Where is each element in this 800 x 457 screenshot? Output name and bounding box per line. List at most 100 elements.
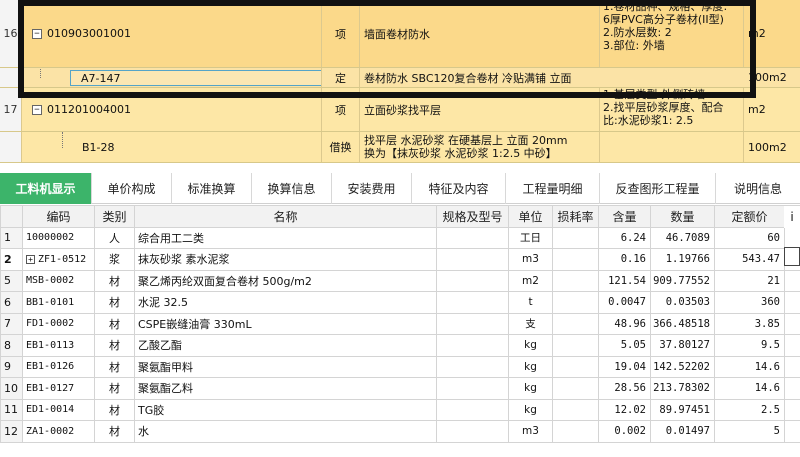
material-code-cell[interactable]: EB1-0126: [22, 355, 95, 378]
category-cell[interactable]: 浆: [94, 248, 135, 271]
material-code-cell[interactable]: EB1-0113: [22, 334, 95, 357]
tab-labor-material[interactable]: 工料机显示: [0, 173, 92, 204]
quantity-cell[interactable]: 37.80127: [650, 334, 715, 357]
unit-cell[interactable]: m3: [508, 248, 553, 271]
quota-code-input[interactable]: A7-147 ···: [70, 70, 321, 86]
spec-cell[interactable]: [436, 291, 509, 314]
header-quota-price[interactable]: 定额价: [714, 205, 785, 228]
category-cell[interactable]: 材: [94, 355, 135, 378]
spec-cell[interactable]: [436, 377, 509, 400]
material-name-cell[interactable]: 聚氨酯甲料: [134, 355, 437, 378]
item-name[interactable]: 立面砂浆找平层: [360, 88, 600, 131]
table-row[interactable]: 9 EB1-0126 材 聚氨酯甲料 kg 19.04 142.52202 14.6: [0, 355, 800, 378]
tab-unit-price[interactable]: 单价构成: [92, 173, 172, 204]
content-cell[interactable]: 28.56: [598, 377, 651, 400]
material-code-cell[interactable]: ZA1-0002: [22, 420, 95, 443]
quota-code-cell[interactable]: A7-147 ···: [22, 68, 322, 87]
header-loss-rate[interactable]: 损耗率: [552, 205, 599, 228]
tab-standard-conversion[interactable]: 标准换算: [172, 173, 252, 204]
category-cell[interactable]: 材: [94, 334, 135, 357]
loss-rate-cell[interactable]: [552, 377, 599, 400]
tab-description[interactable]: 说明信息: [716, 173, 800, 204]
quantity-cell[interactable]: 1.19766: [650, 248, 715, 271]
unit-cell[interactable]: 支: [508, 312, 553, 335]
loss-rate-cell[interactable]: [552, 312, 599, 335]
spec-cell[interactable]: [436, 420, 509, 443]
content-cell[interactable]: 12.02: [598, 398, 651, 421]
table-row[interactable]: 10 EB1-0127 材 聚氨酯乙料 kg 28.56 213.78302 14.6: [0, 377, 800, 400]
unit-cell[interactable]: t: [508, 291, 553, 314]
spec-cell[interactable]: [436, 398, 509, 421]
header-category[interactable]: 类别: [94, 205, 135, 228]
item-features[interactable]: 1.基层类型:外侧砖墙 2.找平层砂浆厚度、配合 比:水泥砂浆1: 2.5: [600, 88, 744, 131]
unit-cell[interactable]: kg: [508, 398, 553, 421]
category-cell[interactable]: 材: [94, 312, 135, 335]
tab-reverse-lookup[interactable]: 反查图形工程量: [600, 173, 716, 204]
quota-price-cell[interactable]: 60: [714, 226, 785, 249]
item-code[interactable]: − 011201004001: [22, 88, 322, 131]
quota-price-cell[interactable]: 9.5: [714, 334, 785, 357]
content-cell[interactable]: 121.54: [598, 269, 651, 292]
material-code-cell[interactable]: 10000002: [22, 226, 95, 249]
quantity-cell[interactable]: 0.01497: [650, 420, 715, 443]
unit-cell[interactable]: kg: [508, 334, 553, 357]
spec-cell[interactable]: [436, 312, 509, 335]
quota-price-cell[interactable]: 21: [714, 269, 785, 292]
quota-price-cell[interactable]: 14.6: [714, 355, 785, 378]
tab-quantity-detail[interactable]: 工程量明细: [506, 173, 600, 204]
spec-cell[interactable]: [436, 226, 509, 249]
quota-price-cell[interactable]: 543.47: [714, 248, 785, 271]
quantity-cell[interactable]: 46.7089: [650, 226, 715, 249]
category-cell[interactable]: 材: [94, 377, 135, 400]
loss-rate-cell[interactable]: [552, 334, 599, 357]
material-name-cell[interactable]: TG胶: [134, 398, 437, 421]
unit-cell[interactable]: kg: [508, 377, 553, 400]
content-cell[interactable]: 0.16: [598, 248, 651, 271]
content-cell[interactable]: 0.002: [598, 420, 651, 443]
unit-cell[interactable]: m3: [508, 420, 553, 443]
material-name-cell[interactable]: 聚乙烯丙纶双面复合卷材 500g/m2: [134, 269, 437, 292]
quantity-cell[interactable]: 366.48518: [650, 312, 715, 335]
loss-rate-cell[interactable]: [552, 269, 599, 292]
unit-cell[interactable]: 工日: [508, 226, 553, 249]
loss-rate-cell[interactable]: [552, 355, 599, 378]
loss-rate-cell[interactable]: [552, 226, 599, 249]
quota-price-cell[interactable]: 360: [714, 291, 785, 314]
spec-cell[interactable]: [436, 269, 509, 292]
unit-cell[interactable]: m2: [508, 269, 553, 292]
spec-cell[interactable]: [436, 355, 509, 378]
spec-cell[interactable]: [436, 248, 509, 271]
quantity-cell[interactable]: 0.03503: [650, 291, 715, 314]
table-row[interactable]: 5 MSB-0002 材 聚乙烯丙纶双面复合卷材 500g/m2 m2 121.54 909…: [0, 269, 800, 292]
category-cell[interactable]: 材: [94, 420, 135, 443]
unit-cell[interactable]: kg: [508, 355, 553, 378]
header-content[interactable]: 含量: [598, 205, 651, 228]
column-settings-icon[interactable]: ⅰ: [784, 206, 800, 228]
tab-conversion-info[interactable]: 换算信息: [252, 173, 332, 204]
quota-price-cell[interactable]: 3.85: [714, 312, 785, 335]
item-code[interactable]: − 010903001001: [22, 0, 322, 67]
material-name-cell[interactable]: 聚氨酯乙料: [134, 377, 437, 400]
collapse-icon[interactable]: −: [32, 104, 42, 115]
header-name[interactable]: 名称: [134, 205, 437, 228]
quantity-cell[interactable]: 213.78302: [650, 377, 715, 400]
material-name-cell[interactable]: 水: [134, 420, 437, 443]
header-spec[interactable]: 规格及型号: [436, 205, 509, 228]
quota-price-cell[interactable]: 5: [714, 420, 785, 443]
spec-cell[interactable]: [436, 334, 509, 357]
table-row[interactable]: 2 + ZF1-0512 浆 抹灰砂浆 素水泥浆 m3 0.16 1.19766 543.47: [0, 248, 800, 271]
header-quantity[interactable]: 数量: [650, 205, 715, 228]
quota-price-cell[interactable]: 14.6: [714, 377, 785, 400]
quota-row-b1-28[interactable]: B1-28 借换 找平层 水泥砂浆 在硬基层上 立面 20mm 换为【抹灰砂浆 …: [0, 132, 800, 163]
material-code-cell[interactable]: MSB-0002: [22, 269, 95, 292]
bill-item-row-17[interactable]: 17 − 011201004001 项 立面砂浆找平层 1.基层类型:外侧砖墙 …: [0, 88, 800, 132]
loss-rate-cell[interactable]: [552, 291, 599, 314]
table-row[interactable]: 1 10000002 人 综合用工二类 工日 6.24 46.7089 60: [0, 226, 800, 249]
item-features[interactable]: [600, 132, 744, 162]
content-cell[interactable]: 48.96: [598, 312, 651, 335]
item-features[interactable]: 1.卷材品种、规格、厚度: 6厚PVC高分子卷材(II型) 2.防水层数: 2 …: [600, 0, 744, 67]
material-name-cell[interactable]: 乙酸乙酯: [134, 334, 437, 357]
material-name-cell[interactable]: 综合用工二类: [134, 226, 437, 249]
content-cell[interactable]: 0.0047: [598, 291, 651, 314]
quantity-cell[interactable]: 89.97451: [650, 398, 715, 421]
